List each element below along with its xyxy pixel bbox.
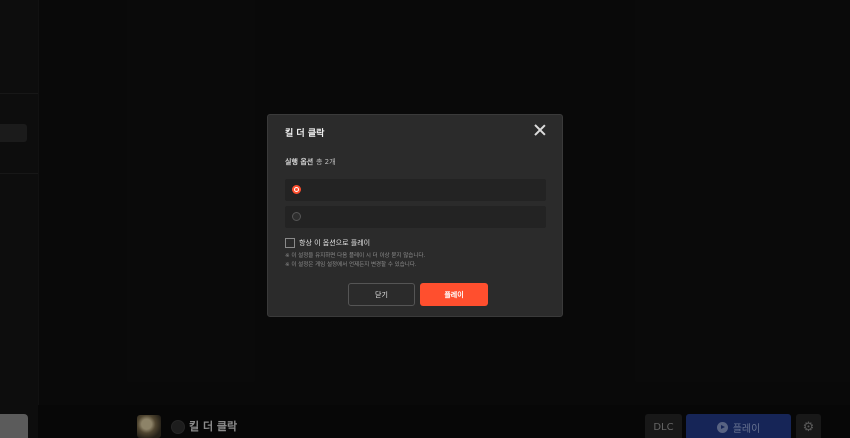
launch-option-2[interactable] [285, 206, 546, 228]
close-icon[interactable] [533, 123, 547, 137]
dialog-play-button[interactable]: 플레이 [420, 283, 488, 306]
section-label: 실행 옵션 [285, 158, 314, 166]
always-use-label[interactable]: 항상 이 옵션으로 플레이 [299, 238, 370, 248]
dialog-title: 킬 더 클락 [285, 129, 325, 139]
always-use-checkbox[interactable] [285, 238, 295, 248]
info-note: ※ 이 설정은 게임 설정에서 언제든지 변경할 수 있습니다. [285, 262, 417, 268]
launch-options-dialog: 킬 더 클락 실행 옵션 총 2개 항상 이 옵션으로 플레이 ※ 이 설정을 … [267, 114, 563, 317]
radio-unselected-icon[interactable] [292, 212, 301, 221]
close-button[interactable]: 닫기 [348, 283, 415, 306]
info-note: ※ 이 설정을 유지하면 다음 플레이 시 더 이상 묻지 않습니다. [285, 253, 426, 259]
launcher-window: 킬 더 클락 DLC 플레이 ⚙ 킬 더 클락 실행 옵션 총 2개 항상 이 … [0, 0, 850, 438]
option-count: 총 2개 [316, 158, 336, 166]
launch-option-1[interactable] [285, 179, 546, 201]
radio-selected-icon[interactable] [292, 185, 301, 194]
